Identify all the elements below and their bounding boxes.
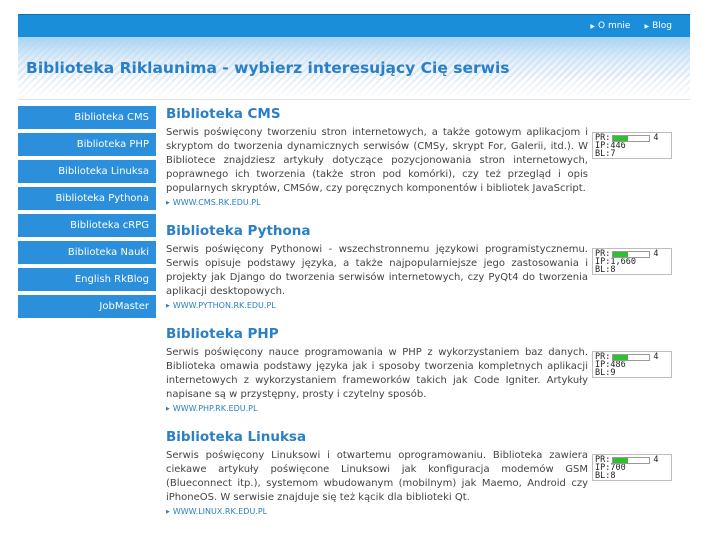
bl-label: BL: (595, 265, 611, 275)
pr-bar (612, 353, 651, 361)
pr-bar-fill (613, 135, 628, 141)
bl-label: BL: (595, 471, 611, 481)
service-entry: Biblioteka Linuksa Serwis poświęcony Lin… (166, 429, 676, 516)
pr-bar-fill (613, 457, 628, 463)
sidebar-item-php[interactable]: Biblioteka PHP (18, 133, 156, 156)
pr-value: 4 (653, 133, 659, 143)
nav-link-label: O mnie (598, 21, 631, 31)
sidebar-item-english-blog[interactable]: English RkBlog (18, 268, 156, 291)
sidebar-item-cms[interactable]: Biblioteka CMS (18, 106, 156, 129)
pr-value: 4 (653, 249, 659, 259)
entry-title[interactable]: Biblioteka Linuksa (166, 429, 676, 445)
arrow-right-icon: ▶ (166, 199, 170, 206)
arrow-right-icon: ▶ (590, 22, 595, 30)
bl-label: BL: (595, 149, 611, 159)
entry-url: WWW.PYTHON.RK.EDU.PL (172, 301, 276, 310)
sidebar-item-label: Biblioteka Nauki (67, 247, 149, 258)
sidebar-item-label: Biblioteka Linuksa (58, 166, 149, 177)
pr-bar-fill (613, 251, 628, 257)
pagerank-stats: PR: 4 IP: 486 BL: 9 (592, 351, 672, 378)
sidebar-item-jobmaster[interactable]: JobMaster (18, 295, 156, 318)
pr-bar-fill (613, 354, 628, 360)
entry-url-link[interactable]: ▶ WWW.LINUX.RK.EDU.PL (166, 507, 676, 516)
bl-row: BL: 9 (595, 368, 671, 378)
pr-value: 4 (653, 352, 659, 362)
pr-value: 4 (653, 455, 659, 465)
sidebar-item-label: Biblioteka CMS (74, 112, 149, 123)
entry-title[interactable]: Biblioteka PHP (166, 326, 676, 342)
arrow-right-icon: ▶ (644, 22, 650, 30)
bl-row: BL: 8 (595, 265, 671, 275)
main-content: Biblioteka CMS Serwis poświęcony tworzen… (166, 106, 676, 532)
arrow-right-icon: ▶ (166, 405, 170, 412)
sidebar-item-label: Biblioteka Pythona (55, 193, 149, 204)
entry-description: Serwis poświęcony Pythonowi - wszechstro… (166, 244, 588, 297)
sidebar-item-linux[interactable]: Biblioteka Linuksa (18, 160, 156, 183)
pr-bar (612, 134, 651, 142)
pr-bar (612, 250, 651, 258)
bl-row: BL: 8 (595, 471, 671, 481)
sidebar-item-crpg[interactable]: Biblioteka cRPG (18, 214, 156, 237)
entry-title[interactable]: Biblioteka CMS (166, 106, 676, 122)
bl-value: 8 (610, 471, 616, 481)
sidebar-item-label: Biblioteka cRPG (70, 220, 149, 231)
pagerank-stats: PR: 4 IP: 446 BL: 7 (592, 132, 672, 159)
bl-row: BL: 7 (595, 149, 671, 159)
entry-url-link[interactable]: ▶ WWW.PHP.RK.EDU.PL (166, 404, 676, 413)
service-entry: Biblioteka Pythona Serwis poświęcony Pyt… (166, 223, 676, 310)
sidebar-item-label: JobMaster (99, 301, 149, 312)
entry-description: Serwis poświęcony Linuksowi i otwartemu … (166, 450, 588, 503)
entry-description: Serwis poświęcony nauce programowania w … (166, 347, 588, 400)
pr-bar (612, 456, 651, 464)
entry-title[interactable]: Biblioteka Pythona (166, 223, 676, 239)
site-title: Biblioteka Riklaunima - wybierz interesu… (26, 59, 510, 77)
entry-url-link[interactable]: ▶ WWW.PYTHON.RK.EDU.PL (166, 301, 676, 310)
sidebar-item-science[interactable]: Biblioteka Nauki (18, 241, 156, 264)
pagerank-stats: PR: 4 IP: 1,660 BL: 8 (592, 248, 672, 275)
sidebar-item-label: Biblioteka PHP (76, 139, 149, 150)
service-entry: Biblioteka CMS Serwis poświęcony tworzen… (166, 106, 676, 207)
arrow-right-icon: ▶ (166, 302, 170, 309)
top-nav-bar: ▶ O mnie ▶ Blog (18, 14, 690, 37)
sidebar: Biblioteka CMS Biblioteka PHP Biblioteka… (18, 106, 156, 322)
bl-value: 8 (610, 265, 616, 275)
nav-link-label: Blog (652, 21, 672, 31)
service-entry: Biblioteka PHP Serwis poświęcony nauce p… (166, 326, 676, 413)
entry-url: WWW.PHP.RK.EDU.PL (172, 404, 258, 413)
entry-url: WWW.LINUX.RK.EDU.PL (172, 507, 268, 516)
page: ▶ O mnie ▶ Blog Biblioteka Riklaunima - … (18, 14, 690, 545)
sidebar-item-python[interactable]: Biblioteka Pythona (18, 187, 156, 210)
nav-link-blog[interactable]: ▶ Blog (644, 21, 672, 31)
sidebar-item-label: English RkBlog (74, 274, 149, 285)
nav-link-about[interactable]: ▶ O mnie (590, 21, 630, 31)
entry-description: Serwis poświęcony tworzeniu stron intern… (166, 127, 588, 194)
entry-url: WWW.CMS.RK.EDU.PL (172, 198, 261, 207)
arrow-right-icon: ▶ (166, 508, 170, 515)
pagerank-stats: PR: 4 IP: 700 BL: 8 (592, 454, 672, 481)
bl-value: 7 (610, 149, 616, 159)
bl-label: BL: (595, 368, 611, 378)
entry-url-link[interactable]: ▶ WWW.CMS.RK.EDU.PL (166, 198, 676, 207)
bl-value: 9 (610, 368, 616, 378)
site-header: Biblioteka Riklaunima - wybierz interesu… (18, 37, 690, 100)
